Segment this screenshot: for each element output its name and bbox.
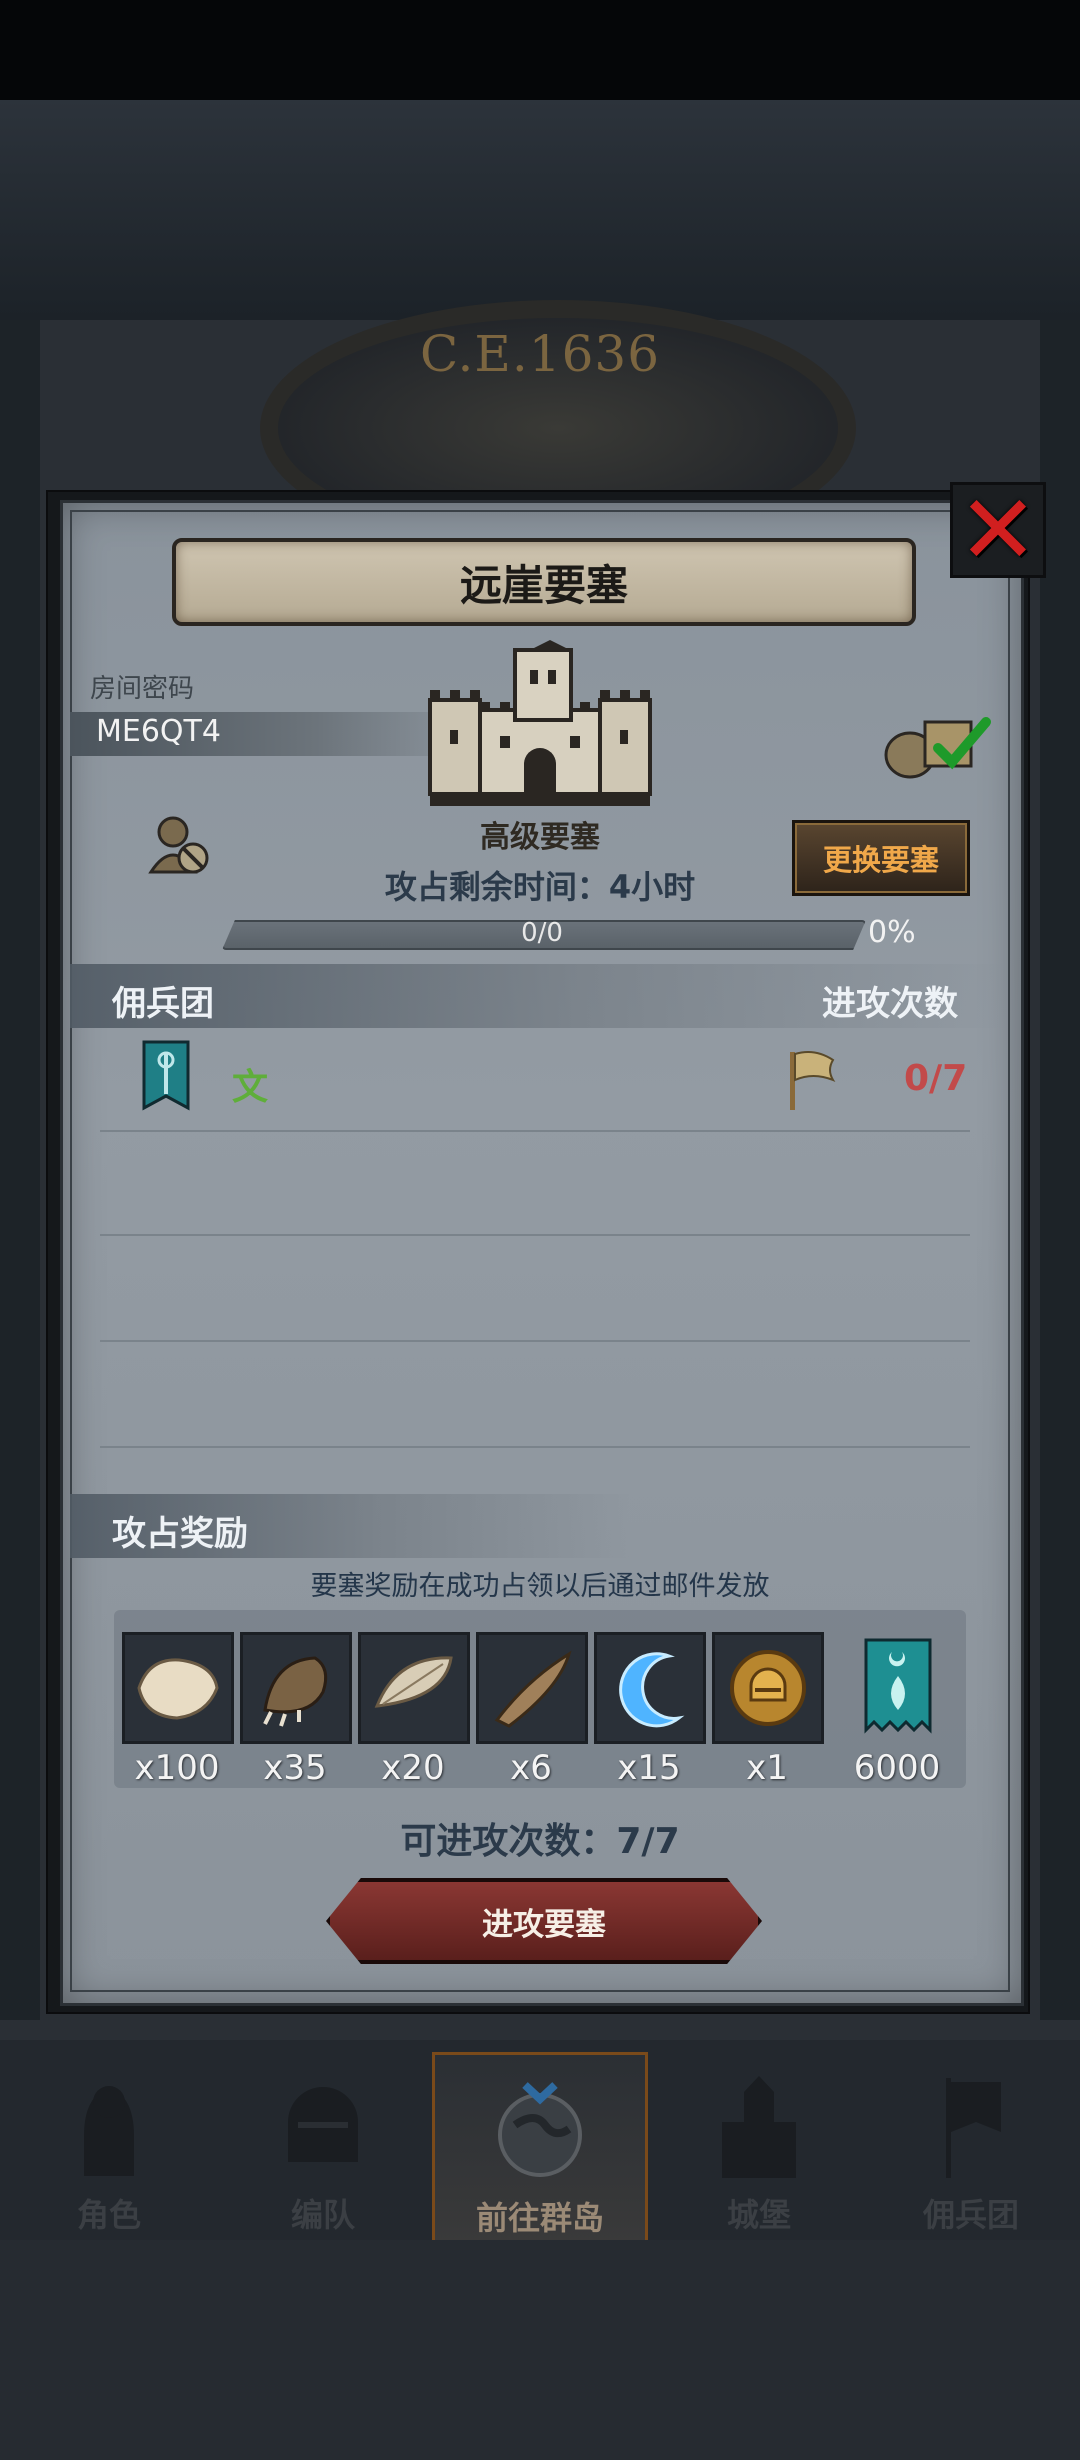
guild-banner-currency-icon [842, 1632, 954, 1744]
remaining-time: 攻占剩余时间：4小时 [384, 868, 696, 906]
flag-icon [790, 1051, 836, 1110]
change-fortress-button[interactable]: 更换要塞 [792, 820, 970, 896]
helmet-icon [288, 2087, 358, 2162]
reward-item[interactable]: x100 [122, 1632, 234, 1788]
reward-quantity: x35 [263, 1748, 327, 1788]
reward-quantity: x1 [746, 1748, 788, 1788]
reward-item[interactable]: 6000 [842, 1632, 952, 1788]
reward-item[interactable]: x15 [594, 1632, 706, 1788]
reward-quantity: x15 [617, 1748, 681, 1788]
nav-item-mercenary[interactable]: 佣兵团 [866, 2052, 1076, 2242]
left-side-strip [0, 320, 40, 2020]
horn-icon [476, 1632, 588, 1744]
capture-progress-text: 0/0 [521, 918, 563, 948]
globe-icon [498, 2082, 582, 2177]
fur-pelt-icon [122, 1632, 234, 1744]
row-divider [100, 1340, 970, 1342]
title-scroll: 远崖要塞 [172, 538, 916, 626]
teal-guild-banner-icon [142, 1040, 190, 1111]
close-button[interactable]: ✕ [950, 482, 1046, 578]
nav-item-islands[interactable]: 前往群岛 [432, 2052, 648, 2248]
attacks-available: 可进攻次数：7/7 [400, 1821, 680, 1862]
feather-fur-icon [358, 1632, 470, 1744]
fortress-castle-icon [428, 640, 652, 806]
no-member-icon[interactable] [145, 810, 215, 880]
attack-count-header: 进攻次数 [822, 984, 958, 1024]
attack-fortress-button[interactable]: 进攻要塞 [326, 1878, 762, 1964]
nav-label: 城堡 [726, 2196, 791, 2234]
row-divider [100, 1446, 970, 1448]
rewards-note: 要塞奖励在成功占领以后通过邮件发放 [310, 1571, 770, 1602]
nav-item-castle[interactable]: 城堡 [654, 2052, 864, 2242]
reward-quantity: 6000 [853, 1748, 941, 1788]
status-bar [0, 0, 1080, 100]
reward-item[interactable]: x1 [712, 1632, 824, 1788]
knight-icon [84, 2086, 134, 2176]
bottom-bar [0, 2240, 1080, 2460]
supplies-collected-icon [884, 717, 991, 779]
capture-progress-percent: 0% [868, 915, 916, 950]
mercenary-name: 文 [232, 1067, 269, 1108]
nav-item-formation[interactable]: 编队 [218, 2052, 428, 2242]
nav-label: 编队 [290, 2196, 355, 2234]
castle-icon [722, 2076, 796, 2178]
reward-item[interactable]: x20 [358, 1632, 470, 1788]
close-icon: ✕ [957, 474, 1039, 586]
background-top [0, 100, 1080, 320]
blue-crescent-icon [594, 1632, 706, 1744]
reward-item[interactable]: x6 [476, 1632, 588, 1788]
fortress-type: 高级要塞 [480, 820, 600, 855]
nav-label: 佣兵团 [922, 2196, 1019, 2234]
rewards-section-title: 攻占奖励 [112, 1514, 248, 1554]
room-code-label: 房间密码 [90, 674, 195, 704]
nav-item-character[interactable]: 角色 [4, 2052, 214, 2242]
era-label: C.E.1636 [420, 325, 661, 383]
reward-quantity: x100 [134, 1748, 220, 1788]
right-side-strip [1040, 320, 1080, 2020]
beast-claw-icon [240, 1632, 352, 1744]
reward-quantity: x6 [510, 1748, 552, 1788]
change-fortress-label: 更换要塞 [822, 843, 939, 877]
nav-label: 前往群岛 [475, 2199, 604, 2237]
mercenary-section-title: 佣兵团 [112, 984, 214, 1024]
row-divider [100, 1234, 970, 1236]
reward-quantity: x20 [381, 1748, 445, 1788]
gold-helmet-coin-icon [712, 1632, 824, 1744]
dialog-title: 远崖要塞 [459, 560, 628, 610]
mercenary-attack-count: 0/7 [904, 1058, 968, 1099]
mercenary-banner-icon [946, 2078, 1001, 2178]
reward-item[interactable]: x35 [240, 1632, 352, 1788]
row-divider [100, 1130, 970, 1132]
room-code: ME6QT4 [96, 714, 221, 749]
nav-label: 角色 [76, 2196, 141, 2234]
attack-fortress-label: 进攻要塞 [482, 1906, 606, 1943]
